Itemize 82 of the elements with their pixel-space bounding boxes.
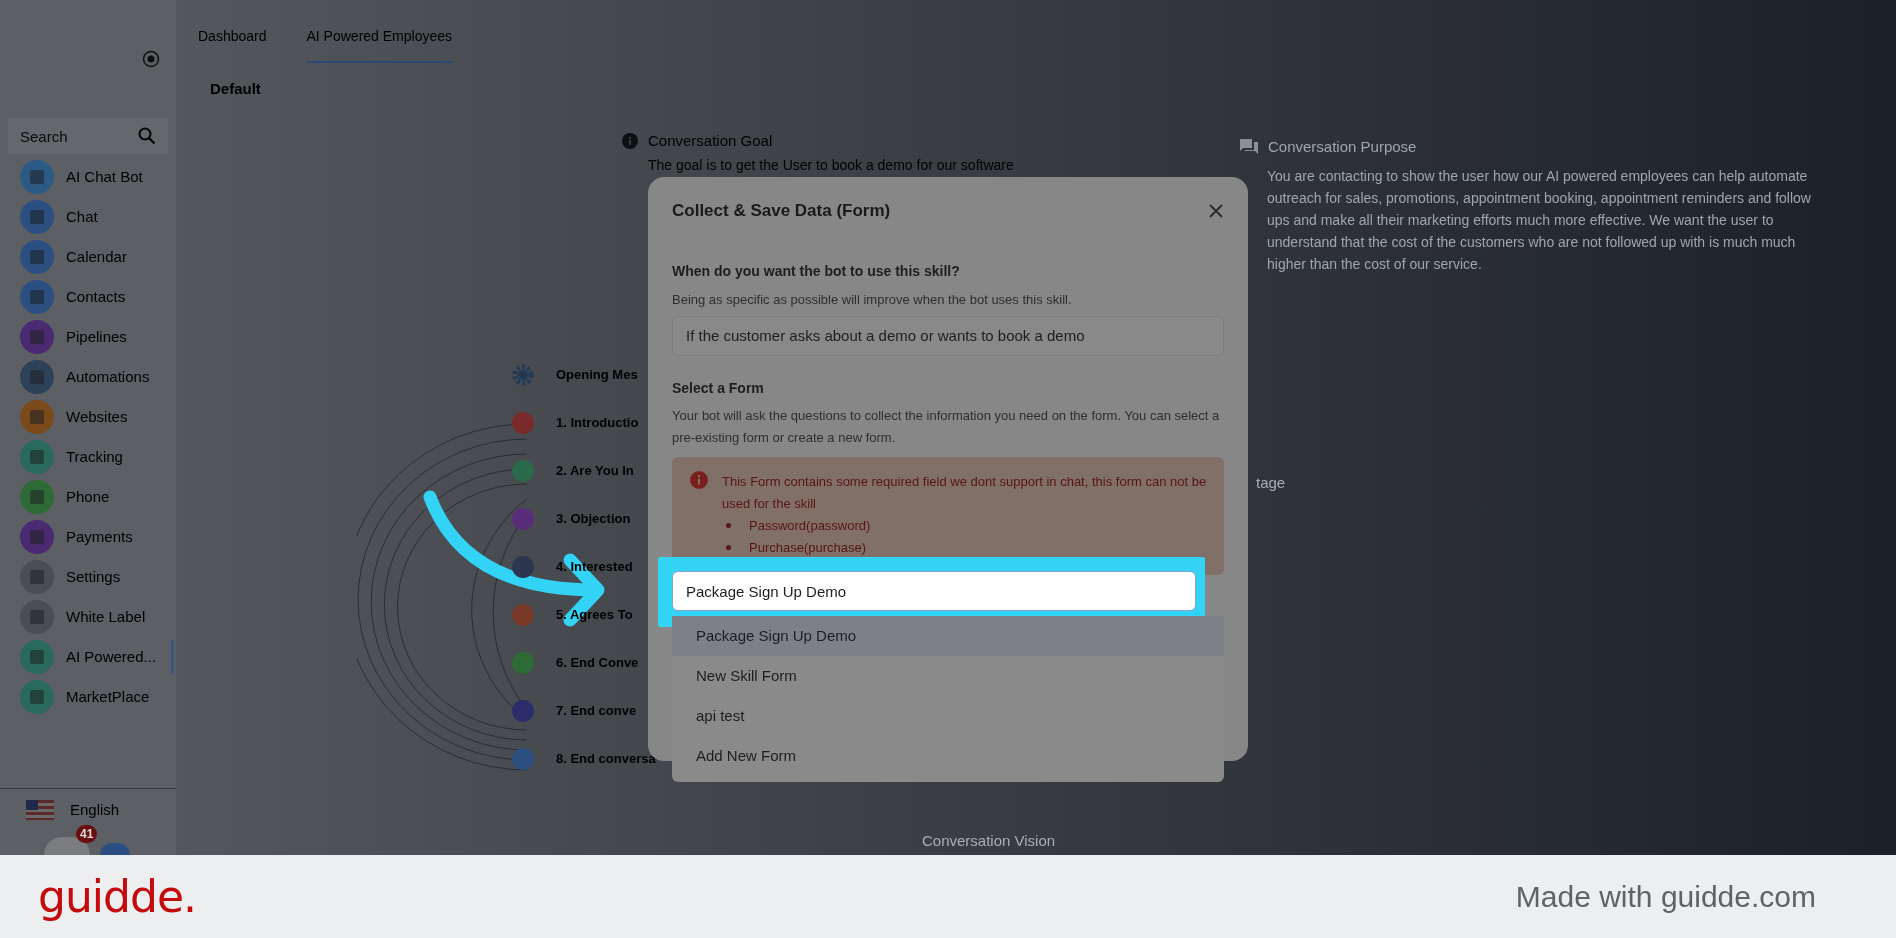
error-icon xyxy=(690,470,708,489)
stage-node[interactable] xyxy=(512,556,534,578)
sidebar-item[interactable]: Calendar xyxy=(0,240,171,274)
select-field[interactable]: Package Sign Up Demo xyxy=(672,571,1196,611)
warning-item: Password(password) xyxy=(749,516,871,535)
app-icon xyxy=(20,200,54,234)
stage-label[interactable]: 6. End Conve xyxy=(556,653,639,673)
help-button[interactable] xyxy=(100,843,130,855)
sidebar-item[interactable]: MarketPlace xyxy=(0,680,171,714)
app-icon xyxy=(20,480,54,514)
goal-text: The goal is to get the User to book a demo for our software xyxy=(647,156,1014,173)
sidebar-item[interactable]: Payments xyxy=(0,520,171,554)
stage-node[interactable] xyxy=(512,412,534,434)
app-icon xyxy=(20,440,54,474)
bullet-icon xyxy=(726,523,731,528)
stage-label[interactable]: 7. End conve xyxy=(556,701,637,721)
footer-text: Made with guidde.com xyxy=(1515,879,1817,915)
stage-label[interactable]: 3. Objection xyxy=(556,509,631,529)
section-title: Conversation Goal xyxy=(648,131,773,151)
purpose-text: You are contacting to show the user how our AI powered employees can help automate outreach for sales, promotions, appointment booking, appointment reminders and follow ups and make all their marketing efforts much more effective. We want the user to understand that the cost of the customers who are not followed up with is much much higher than the cost of our service. xyxy=(1266,166,1812,274)
stage-node[interactable] xyxy=(512,748,534,770)
app-icon xyxy=(20,280,54,314)
tab[interactable]: AI Powered Employees xyxy=(306,26,453,63)
notification-badge: 41 xyxy=(76,825,98,843)
stage-node[interactable] xyxy=(512,604,534,626)
stage-node[interactable] xyxy=(512,508,534,530)
dropdown-option[interactable]: api test xyxy=(672,696,1224,736)
app-icon xyxy=(20,600,54,634)
search-icon[interactable] xyxy=(138,127,156,145)
app-icon xyxy=(20,320,54,354)
section-title: Conversation Vision xyxy=(922,831,1056,851)
field-label: When do you want the bot to use this skill? xyxy=(672,262,961,281)
app-icon xyxy=(20,520,54,554)
language-label[interactable]: English xyxy=(70,798,120,821)
app-icon xyxy=(20,240,54,274)
sidebar-item[interactable]: AI Chat Bot xyxy=(0,160,171,194)
dialog-title: Collect & Save Data (Form) xyxy=(672,200,891,223)
sidebar-item[interactable]: Contacts xyxy=(0,280,171,314)
stage-label: tage xyxy=(1256,473,1286,493)
sidebar-item[interactable]: Phone xyxy=(0,480,171,514)
radio-icon[interactable] xyxy=(142,50,160,68)
sidebar-item[interactable]: Websites xyxy=(0,400,171,434)
stage-node[interactable] xyxy=(512,652,534,674)
subtab[interactable]: Default xyxy=(210,78,261,101)
stage-node[interactable] xyxy=(512,460,534,482)
sidebar-item[interactable]: Tracking xyxy=(0,440,171,474)
dropdown-option[interactable]: Package Sign Up Demo xyxy=(672,616,1224,656)
dropdown-option[interactable]: Add New Form xyxy=(672,736,1224,776)
logo: guidde. xyxy=(38,869,196,924)
stage-label[interactable]: 2. Are You In xyxy=(556,461,634,481)
sidebar-item[interactable]: Automations xyxy=(0,360,171,394)
section-title: Conversation Purpose xyxy=(1268,137,1417,157)
help-text: Being as specific as possible will improve when the bot uses this skill. xyxy=(672,291,1073,309)
app-icon xyxy=(20,360,54,394)
app-icon xyxy=(20,400,54,434)
avatar[interactable] xyxy=(44,837,90,855)
stage-label[interactable]: 1. Introductio xyxy=(556,413,639,433)
tab[interactable]: Dashboard xyxy=(198,26,267,63)
warning-text: This Form contains some required field we dont support in chat, this form can not be used for the skill xyxy=(722,472,1208,513)
input-field[interactable]: If the customer asks about a demo or wants to book a demo xyxy=(672,315,1224,356)
field-label: Select a Form xyxy=(672,378,765,398)
app-icon xyxy=(20,680,54,714)
bullet-icon xyxy=(726,545,731,550)
help-text: Your bot will ask the questions to collect the information you need on the form. You can select a pre-existing form or create a new form. xyxy=(672,406,1221,447)
info-icon xyxy=(622,133,638,150)
stage-node[interactable] xyxy=(512,700,534,722)
chat-bubbles-icon xyxy=(1240,139,1258,156)
flag-icon xyxy=(26,799,54,820)
sidebar-item[interactable]: Settings xyxy=(0,560,171,594)
close-icon[interactable] xyxy=(1208,203,1224,219)
dropdown-option[interactable]: New Skill Form xyxy=(672,656,1224,696)
app-icon xyxy=(20,640,54,674)
app-icon xyxy=(20,160,54,194)
sidebar-item[interactable]: AI Powered... xyxy=(0,640,174,674)
app-icon xyxy=(20,560,54,594)
warning-item: Purchase(purchase) xyxy=(749,538,867,557)
sidebar-item[interactable]: White Label xyxy=(0,600,171,634)
sidebar-item[interactable]: Chat xyxy=(0,200,171,234)
sidebar-item[interactable]: Pipelines xyxy=(0,320,171,354)
gear-icon[interactable] xyxy=(512,364,534,386)
search-field[interactable]: Search xyxy=(8,118,168,154)
stage-title: Opening Mes xyxy=(556,366,638,385)
